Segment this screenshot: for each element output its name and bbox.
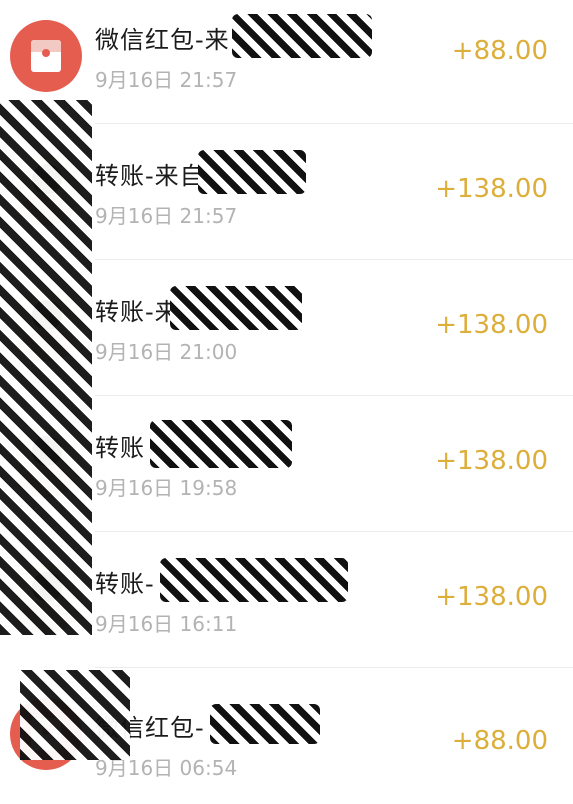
transaction-title: 转账- (95, 570, 155, 598)
transaction-time: 9月16日 21:57 (95, 204, 238, 228)
transaction-time: 9月16日 21:00 (95, 340, 238, 364)
transaction-title: 转账-来自 (95, 162, 205, 190)
transaction-title: 微信红包-来 (95, 26, 230, 54)
transaction-list: 微信红包-来 9月16日 21:57 +88.00 转账-来自 9月16日 21… (0, 0, 573, 780)
transaction-amount: +138.00 (435, 174, 548, 204)
transaction-amount: +138.00 (435, 310, 548, 340)
redaction-mask (232, 14, 372, 58)
transaction-amount: +88.00 (451, 36, 548, 66)
redaction-mask (150, 420, 292, 468)
transaction-time: 9月16日 16:11 (95, 612, 238, 636)
redaction-mask (198, 150, 306, 194)
transaction-time: 9月16日 19:58 (95, 476, 238, 500)
transaction-title: 转账 (95, 434, 145, 462)
redaction-mask (170, 286, 302, 330)
red-envelope-icon (10, 20, 82, 92)
transaction-time: 9月16日 21:57 (95, 68, 238, 92)
redaction-mask (210, 704, 320, 744)
transaction-amount: +88.00 (451, 726, 548, 756)
transaction-amount: +138.00 (435, 446, 548, 476)
redaction-mask (160, 558, 348, 602)
transaction-amount: +138.00 (435, 582, 548, 612)
redaction-mask (0, 100, 92, 635)
redaction-mask (20, 670, 130, 760)
